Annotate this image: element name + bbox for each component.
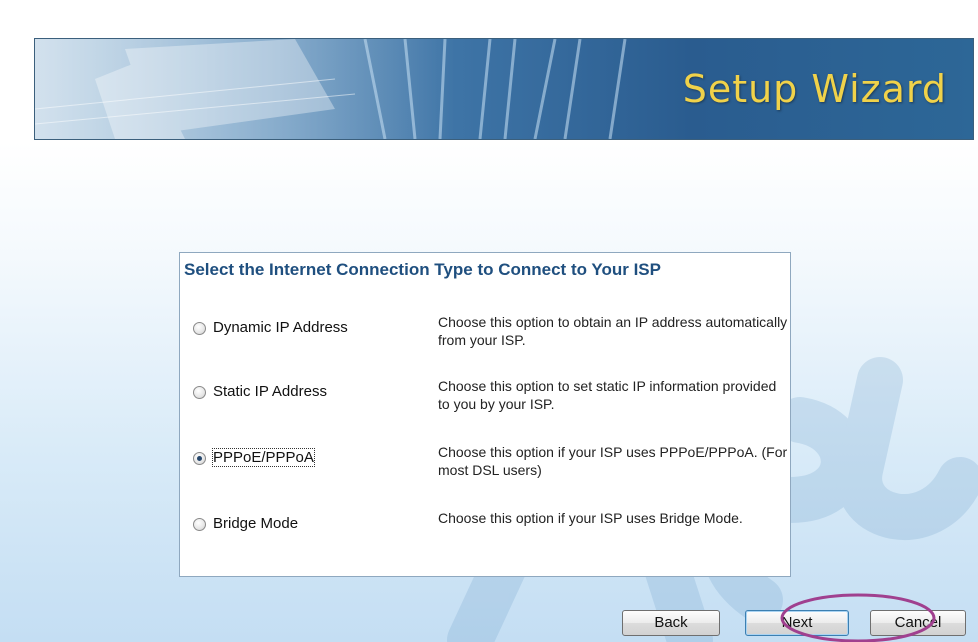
- next-button[interactable]: Next: [745, 610, 849, 636]
- static-ip-radio[interactable]: [193, 386, 206, 399]
- connection-type-panel: Select the Internet Connection Type to C…: [179, 252, 791, 577]
- pppoe-label[interactable]: PPPoE/PPPoA: [212, 448, 315, 467]
- dynamic-ip-label[interactable]: Dynamic IP Address: [213, 319, 348, 336]
- banner-title: Setup Wizard: [682, 67, 947, 111]
- option-dynamic-ip: Dynamic IP Address Choose this option to…: [180, 313, 790, 363]
- option-static-ip: Static IP Address Choose this option to …: [180, 377, 790, 427]
- option-bridge-mode: Bridge Mode Choose this option if your I…: [180, 509, 790, 559]
- pppoe-radio[interactable]: [193, 452, 206, 465]
- static-ip-description: Choose this option to set static IP info…: [438, 378, 777, 412]
- bridge-mode-label[interactable]: Bridge Mode: [213, 515, 298, 532]
- bridge-mode-radio[interactable]: [193, 518, 206, 531]
- bridge-mode-description: Choose this option if your ISP uses Brid…: [438, 510, 743, 526]
- static-ip-label[interactable]: Static IP Address: [213, 383, 327, 400]
- back-button[interactable]: Back: [622, 610, 720, 636]
- pppoe-description: Choose this option if your ISP uses PPPo…: [438, 444, 788, 478]
- cancel-button[interactable]: Cancel: [870, 610, 966, 636]
- dynamic-ip-radio[interactable]: [193, 322, 206, 335]
- setup-wizard-banner: Setup Wizard: [34, 38, 974, 140]
- panel-title: Select the Internet Connection Type to C…: [184, 260, 661, 279]
- option-pppoe: PPPoE/PPPoA Choose this option if your I…: [180, 443, 790, 493]
- dynamic-ip-description: Choose this option to obtain an IP addre…: [438, 314, 788, 348]
